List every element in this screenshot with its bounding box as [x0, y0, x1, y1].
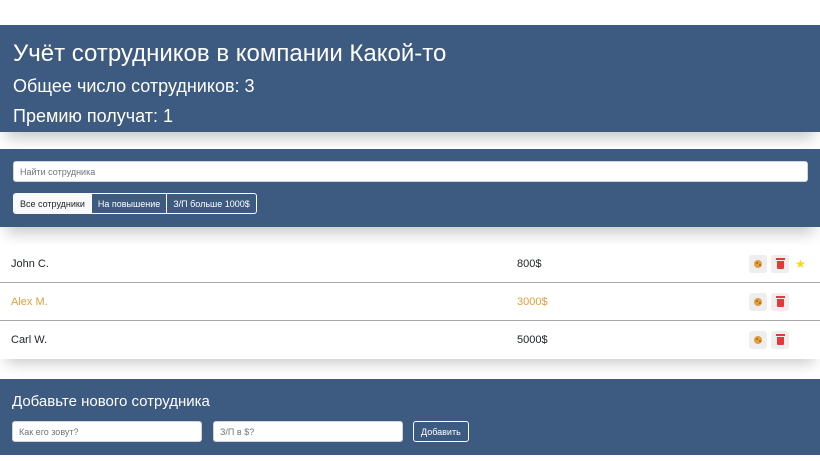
list-item: John C. 800$ ★ — [0, 245, 820, 283]
add-form-title: Добавьте нового сотрудника — [12, 393, 210, 410]
employee-salary[interactable]: 5000$ — [517, 334, 548, 346]
add-employee-panel: Добавьте нового сотрудника Добавить — [0, 379, 820, 455]
name-input[interactable] — [12, 421, 202, 442]
increase-button[interactable] — [749, 331, 767, 349]
delete-button[interactable] — [771, 292, 789, 311]
row-actions: ★ — [749, 254, 806, 273]
employee-name[interactable]: John C. — [11, 258, 49, 270]
trash-icon — [775, 295, 785, 307]
filter-group: Все сотрудники На повышение З/П больше 1… — [13, 193, 808, 214]
trash-icon — [775, 257, 785, 269]
employees-list: John C. 800$ ★ Alex M. 3000$ Carl W. 500… — [0, 245, 820, 359]
delete-button[interactable] — [771, 331, 789, 349]
list-item: Carl W. 5000$ — [0, 321, 820, 359]
bonus-count-label: Премию получат: 1 — [13, 106, 174, 126]
list-item: Alex M. 3000$ — [0, 283, 820, 321]
total-employees-label: Общее число сотрудников: 3 — [13, 76, 255, 96]
delete-button[interactable] — [771, 254, 789, 273]
filter-increase-button[interactable]: На повышение — [91, 193, 168, 214]
add-button[interactable]: Добавить — [413, 421, 469, 442]
cookie-icon — [754, 297, 762, 306]
app-info-panel: Учёт сотрудников в компании Какой-то Общ… — [0, 25, 820, 132]
employee-name[interactable]: Alex M. — [11, 296, 48, 308]
increase-button[interactable] — [749, 254, 767, 273]
row-actions — [749, 331, 793, 349]
increase-button[interactable] — [749, 292, 767, 311]
filter-salary-button[interactable]: З/П больше 1000$ — [167, 193, 257, 214]
employee-salary[interactable]: 800$ — [517, 258, 541, 270]
cookie-icon — [754, 336, 762, 344]
search-input[interactable] — [13, 161, 808, 182]
search-panel: Все сотрудники На повышение З/П больше 1… — [0, 149, 820, 227]
salary-input[interactable] — [213, 421, 403, 442]
star-icon: ★ — [795, 256, 806, 271]
add-employee-form: Добавить — [12, 421, 808, 442]
employee-salary[interactable]: 3000$ — [517, 296, 548, 308]
filter-all-button[interactable]: Все сотрудники — [13, 193, 92, 214]
employee-name[interactable]: Carl W. — [11, 334, 47, 346]
trash-icon — [775, 334, 785, 345]
row-actions — [749, 292, 793, 311]
cookie-icon — [754, 259, 762, 268]
page-title: Учёт сотрудников в компании Какой-то — [13, 40, 447, 67]
